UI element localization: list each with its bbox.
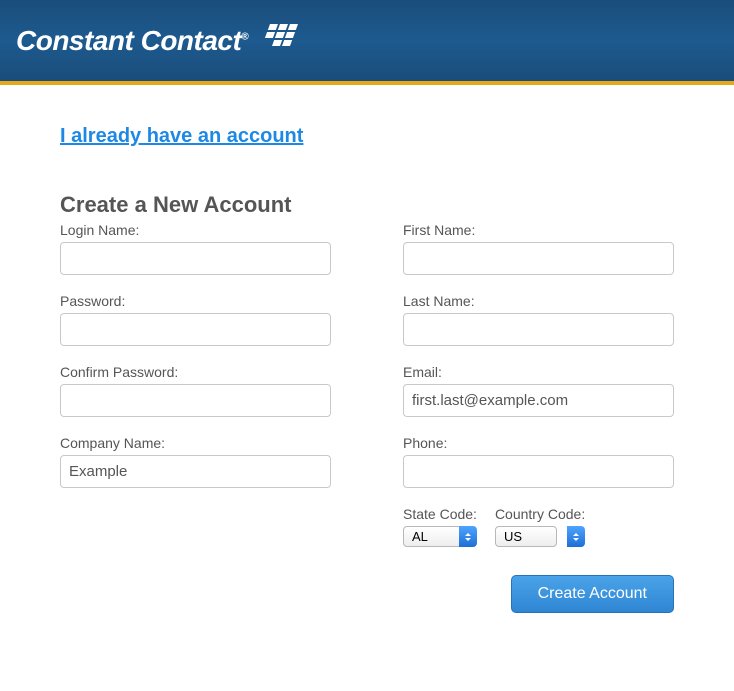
header: Constant Contact®	[0, 0, 734, 85]
brand-swoosh-icon	[258, 24, 302, 57]
login-name-label: Login Name:	[60, 222, 331, 238]
first-name-input[interactable]	[403, 242, 674, 275]
chevron-updown-icon	[567, 526, 585, 547]
state-code-select[interactable]: AL	[403, 526, 465, 547]
login-name-input[interactable]	[60, 242, 331, 275]
company-name-input[interactable]	[60, 455, 331, 488]
phone-input[interactable]	[403, 455, 674, 488]
confirm-password-label: Confirm Password:	[60, 364, 331, 380]
confirm-password-input[interactable]	[60, 384, 331, 417]
brand-logo: Constant Contact®	[16, 24, 718, 57]
company-name-label: Company Name:	[60, 435, 331, 451]
create-account-button[interactable]: Create Account	[511, 575, 674, 613]
existing-account-link[interactable]: I already have an account	[60, 125, 303, 148]
phone-label: Phone:	[403, 435, 674, 451]
form-title: Create a New Account	[60, 192, 674, 218]
last-name-input[interactable]	[403, 313, 674, 346]
last-name-label: Last Name:	[403, 293, 674, 309]
first-name-label: First Name:	[403, 222, 674, 238]
password-input[interactable]	[60, 313, 331, 346]
country-code-label: Country Code:	[495, 506, 585, 522]
signup-form: Login Name: Password: Confirm Password: …	[60, 222, 674, 613]
password-label: Password:	[60, 293, 331, 309]
state-code-label: State Code:	[403, 506, 477, 522]
brand-name: Constant Contact®	[16, 25, 248, 57]
content: I already have an account Create a New A…	[0, 85, 734, 653]
email-label: Email:	[403, 364, 674, 380]
email-input[interactable]	[403, 384, 674, 417]
country-code-select[interactable]: US	[495, 526, 557, 547]
